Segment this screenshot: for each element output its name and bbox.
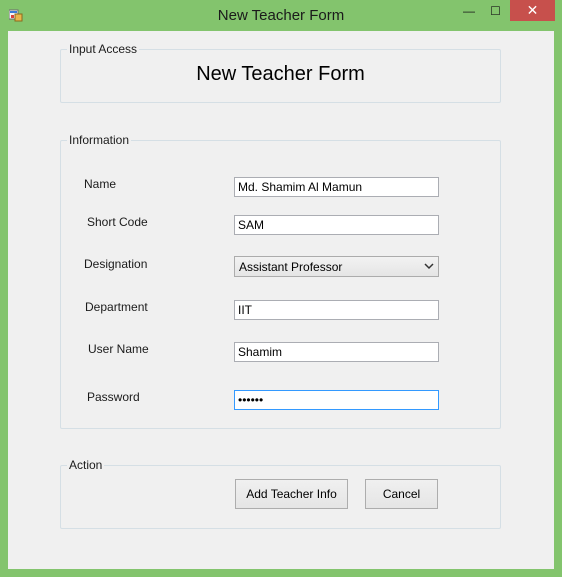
action-group-label: Action [67,458,105,472]
chevron-down-icon [424,263,434,270]
name-label: Name [84,177,117,191]
department-field[interactable] [234,300,439,320]
maximize-button[interactable]: ☐ [482,0,509,21]
minimize-button[interactable]: — [456,0,482,21]
user-name-label: User Name [88,342,149,356]
designation-selected-value: Assistant Professor [239,260,343,274]
title-bar[interactable]: New Teacher Form — ☐ ✕ [0,0,562,31]
designation-label: Designation [84,257,148,271]
information-group-label: Information [67,133,132,147]
close-button[interactable]: ✕ [510,0,555,21]
form-client-area: Input Access New Teacher Form Informatio… [8,31,554,569]
input-access-group-label: Input Access [67,42,140,56]
cancel-button[interactable]: Cancel [365,479,438,509]
user-name-field[interactable] [234,342,439,362]
app-window: New Teacher Form — ☐ ✕ Input Access New … [0,0,562,577]
password-field[interactable] [234,390,439,410]
name-field[interactable] [234,177,439,197]
short-code-field[interactable] [234,215,439,235]
form-heading: New Teacher Form [196,63,365,85]
designation-select[interactable]: Assistant Professor [234,256,439,277]
add-teacher-info-button[interactable]: Add Teacher Info [235,479,348,509]
department-label: Department [85,300,148,314]
password-label: Password [87,390,140,404]
input-access-group: Input Access New Teacher Form [60,42,501,103]
short-code-label: Short Code [87,215,148,229]
